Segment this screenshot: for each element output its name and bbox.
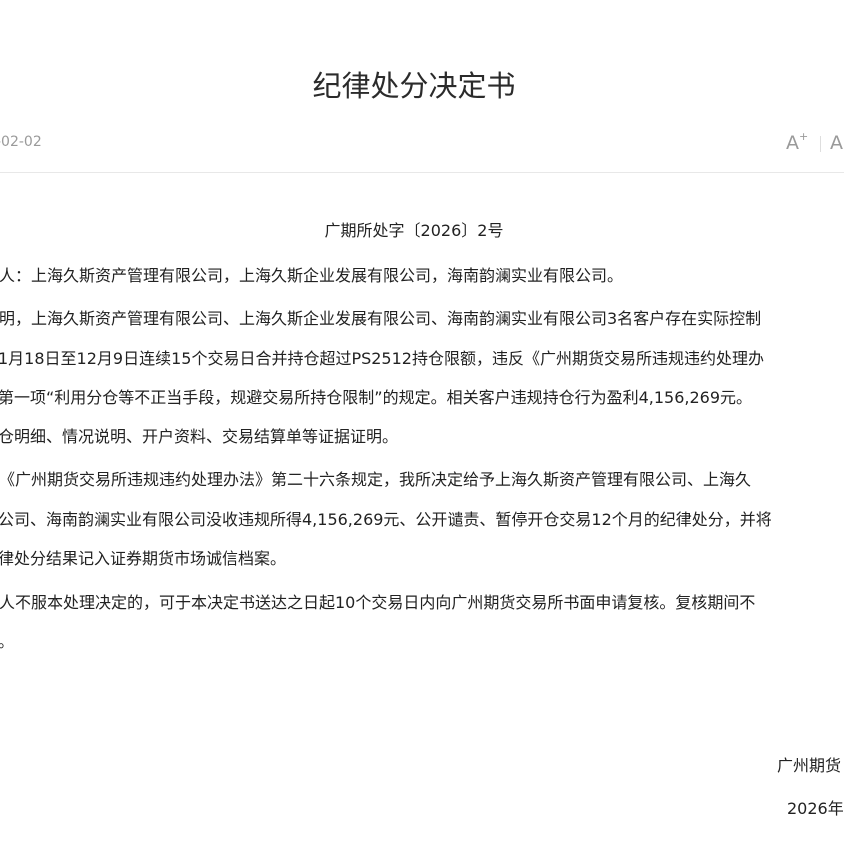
publish-date: -02-02 — [0, 134, 42, 150]
plus-icon: + — [799, 130, 809, 143]
document-title: 纪律处分决定书 — [312, 69, 516, 103]
font-decrease-icon: A — [830, 132, 843, 154]
body-line: 仓明细、情况说明、开户资料、交易结算单等证据证明。 — [0, 427, 399, 446]
body-line: 公司、海南韵澜实业有限公司没收违规所得4,156,269元、公开谴责、暂停开仓交… — [0, 510, 772, 529]
body-line: 。 — [0, 631, 14, 653]
body-line: 明，上海久斯资产管理有限公司、上海久斯企业发展有限公司、海南韵澜实业有限公司3名… — [0, 309, 762, 328]
addressee-line: 人：上海久斯资产管理有限公司，上海久斯企业发展有限公司，海南韵澜实业有限公司。 — [0, 266, 624, 285]
font-decrease-button[interactable]: A — [830, 132, 843, 154]
signature-issuer: 广州期货 — [777, 756, 842, 775]
body-line: 律处分结果记入证券期货市场诚信档案。 — [0, 549, 287, 568]
document-number: 广期所处字〔2026〕2号 — [324, 221, 504, 240]
font-controls-divider — [820, 136, 821, 152]
body-line: 人不服本处理决定的，可于本决定书送达之日起10个交易日内向广州期货交易所书面申请… — [0, 593, 756, 612]
signature-date: 2026年 — [787, 799, 844, 818]
body-line: 1月18日至12月9日连续15个交易日合并持仓超过PS2512持仓限额，违反《广… — [0, 349, 764, 368]
header-divider — [0, 172, 844, 173]
body-line: 《广州期货交易所违规违约处理办法》第二十六条规定，我所决定给予上海久斯资产管理有… — [0, 470, 752, 489]
body-line: 第一项“利用分仓等不正当手段，规避交易所持仓限制”的规定。相关客户违规持仓行为盈… — [0, 388, 753, 407]
font-increase-button[interactable]: A+ — [786, 130, 809, 154]
font-increase-icon: A — [786, 132, 799, 154]
